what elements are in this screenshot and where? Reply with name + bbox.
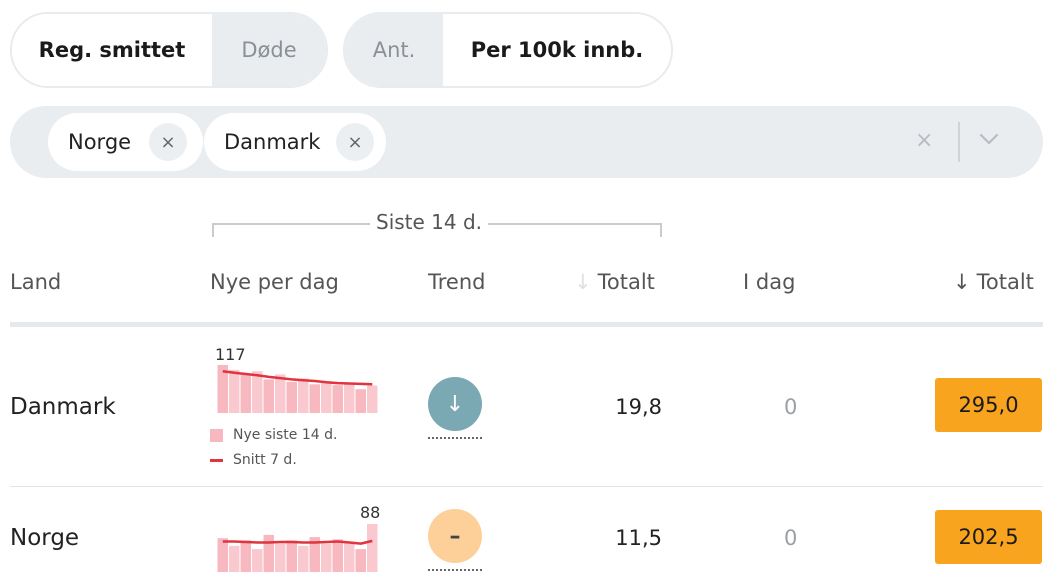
sparkline-bar (321, 543, 332, 572)
sparkline-bar (275, 374, 286, 413)
total-badge: 295,0 (935, 378, 1042, 432)
sparkline-bar (332, 539, 343, 572)
remove-danmark-icon[interactable]: × (336, 123, 374, 161)
toggle-per-100k[interactable]: Per 100k innb. (443, 14, 671, 86)
sparkline-bar (252, 371, 263, 413)
total-14d-value: 11,5 (615, 526, 662, 550)
today-value: 0 (784, 526, 798, 550)
header-divider (10, 322, 1043, 327)
clear-all-icon[interactable]: × (915, 128, 933, 153)
sparkline-norge (217, 524, 378, 572)
trend-flat-icon[interactable]: – (428, 509, 482, 563)
remove-norge-icon[interactable]: × (149, 123, 187, 161)
sparkline-bar (240, 540, 251, 572)
sparkline-bar (263, 534, 274, 572)
sparkline-bar (332, 385, 343, 413)
chevron-down-icon[interactable] (978, 132, 1000, 146)
sort-arrow-icon: ↓ (953, 270, 971, 294)
sparkline-bar (344, 383, 355, 413)
sparkline-bar (321, 382, 332, 413)
sparkline-bar (263, 379, 274, 413)
header-totalt[interactable]: ↓ Totalt (953, 270, 1034, 294)
sparkline-bar (286, 381, 297, 413)
country-name[interactable]: Danmark (10, 394, 116, 420)
sparkline-bar (355, 549, 366, 572)
total-badge: 202,5 (935, 510, 1042, 564)
trend-underline (428, 437, 482, 439)
trend-down-icon[interactable]: ↓ (428, 377, 482, 431)
header-i-dag[interactable]: I dag (743, 270, 795, 294)
header-trend: Trend (428, 270, 486, 294)
sparkline-bar (229, 545, 240, 572)
metric-toggle: Reg. smittet Døde (10, 12, 328, 88)
toggle-reg-smittet[interactable]: Reg. smittet (12, 14, 212, 86)
sparkline-bar (309, 384, 320, 413)
sort-arrow-icon: ↓ (574, 270, 592, 294)
total-14d-value: 19,8 (615, 395, 662, 419)
toggle-dode[interactable]: Døde (212, 14, 326, 86)
trend-underline (428, 569, 482, 571)
scale-toggle: Ant. Per 100k innb. (343, 12, 673, 88)
sparkline-bar (355, 389, 366, 413)
row-divider (10, 486, 1043, 487)
legend-line: Snitt 7 d. (210, 452, 297, 468)
sparkline-bar (298, 545, 309, 572)
sparkline-bar (240, 374, 251, 413)
header-totalt-14d[interactable]: ↓ Totalt (574, 270, 655, 294)
today-value: 0 (784, 395, 798, 419)
sparkline-bar (252, 549, 263, 572)
sparkline-bar (275, 543, 286, 572)
chip-norge: Norge × (48, 113, 203, 171)
chip-label: Norge (68, 130, 132, 154)
sparkline-bar (344, 541, 355, 572)
chip-label: Danmark (224, 130, 321, 154)
country-name[interactable]: Norge (10, 525, 79, 551)
header-land[interactable]: Land (10, 270, 61, 294)
sparkline-peak-label: 88 (360, 503, 381, 522)
divider (958, 122, 960, 162)
legend-bars: Nye siste 14 d. (210, 427, 337, 443)
sparkline-bar (217, 538, 228, 572)
header-nye-per-dag: Nye per dag (210, 270, 339, 294)
sparkline-bar (298, 378, 309, 413)
sparkline-bar (286, 540, 297, 572)
sparkline-bar (229, 369, 240, 413)
toggle-antall[interactable]: Ant. (345, 14, 443, 86)
sparkline-bar (367, 385, 378, 413)
chip-danmark: Danmark × (204, 113, 386, 171)
sparkline-bar (367, 524, 378, 572)
sparkline-danmark (217, 365, 378, 413)
country-selector[interactable]: Norge × Danmark × × (10, 106, 1043, 178)
sparkline-peak-label: 117 (215, 345, 246, 364)
sparkline-avg-line (222, 539, 373, 545)
period-label: Siste 14 d. (370, 210, 489, 234)
